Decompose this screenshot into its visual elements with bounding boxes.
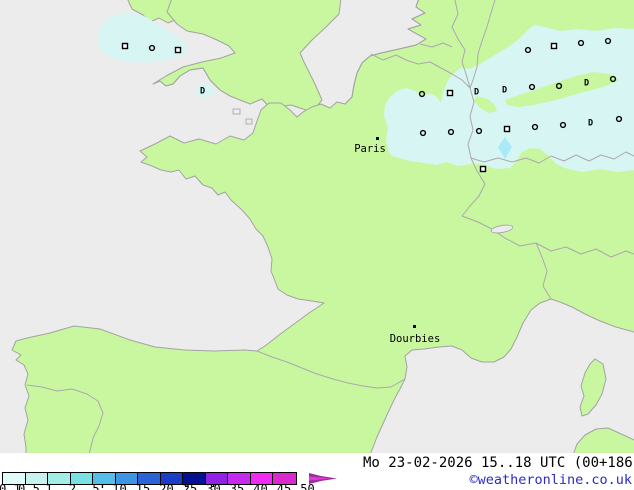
precip-symbol-square (479, 165, 487, 173)
weather-map: D D D D D Paris Dourbies (0, 0, 634, 456)
precip-symbol-square (174, 46, 182, 54)
weather-map-page: DDDDD Paris Dourbies Precipitation[mm]GF… (0, 0, 634, 490)
precip-symbol-square (121, 42, 129, 50)
tick-label: 1 (45, 482, 53, 490)
tick-label: 35 (229, 482, 245, 490)
tick-label: 40 (253, 482, 268, 490)
channel-island-jersey (245, 118, 253, 125)
precip-symbol-square (550, 42, 558, 50)
city-label-paris: Paris (354, 143, 386, 155)
tick-label: 5 (92, 482, 100, 490)
legend-bar: Precipitation[mm]GFS 0.10.51251015202530… (0, 453, 634, 490)
tick-label: 20 (159, 482, 174, 490)
precip-symbol-drizzle: D (474, 88, 479, 98)
copyright-link[interactable]: ©weatheronline.co.uk (469, 472, 632, 488)
tick-label: 10 (112, 482, 127, 490)
precip-symbol-square (446, 89, 454, 97)
colorbar-tick-labels: 0.1 0.5 1 2 5 10 15 20 25 30 35 40 45 50 (0, 481, 340, 490)
tick-label: 30 (206, 482, 221, 490)
tick-label: 25 (182, 482, 198, 490)
precip-symbol-drizzle: D (502, 86, 507, 96)
datetime-text: Mo 23-02-2026 15..18 UTC (00+186 (363, 455, 633, 471)
tick-label: 0.5 (18, 482, 40, 490)
tick-label: 15 (135, 482, 151, 490)
tick-label: 2 (68, 482, 77, 490)
city-dot-dourbies (413, 325, 416, 328)
precip-symbol-drizzle: D (584, 79, 589, 89)
tick-label: 45 (276, 482, 292, 490)
tick-label: 50 (300, 482, 315, 490)
city-label-dourbies: Dourbies (390, 333, 441, 345)
city-dot-paris (376, 137, 379, 140)
channel-island-guernsey (232, 108, 241, 115)
precip-symbol-drizzle: D (200, 87, 205, 97)
precip-symbol-drizzle: D (588, 119, 593, 129)
precip-symbol-square (503, 125, 511, 133)
map-area: D D D D D Paris Dourbies (0, 0, 634, 456)
